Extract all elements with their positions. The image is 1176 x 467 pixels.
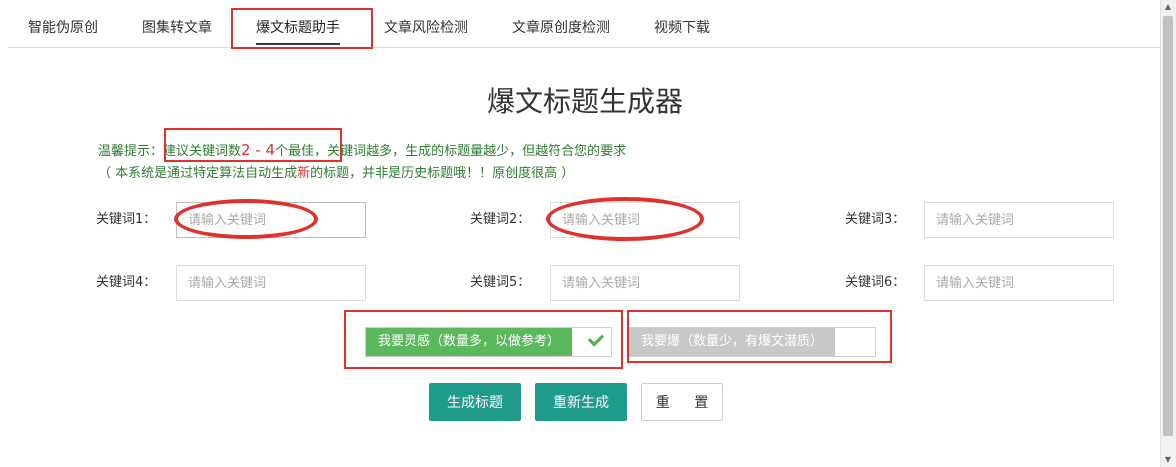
keyword-4-label: 关键词4： [96,275,157,290]
tab-gallery-to-article[interactable]: 图集转文章 [142,0,212,48]
keyword-6-label: 关键词6： [845,275,906,290]
scroll-up-arrow-icon[interactable]: ▲ [1160,0,1176,14]
tab-bar: 智能伪原创 图集转文章 爆文标题助手 文章风险检测 文章原创度检测 视频下载 [8,0,1160,48]
page-title: 爆文标题生成器 [486,85,683,118]
tip-line2-a: （ 本系统是通过特定算法自动生成 [98,166,298,181]
annotation-box-inspiration-mode [344,310,623,369]
tip-line2-new: 新 [297,166,311,181]
tab-smart-rewrite[interactable]: 智能伪原创 [28,0,98,48]
reset-button[interactable]: 重 置 [641,383,723,421]
annotation-box-tab [231,8,373,49]
generate-title-button[interactable]: 生成标题 [429,383,521,421]
regenerate-button[interactable]: 重新生成 [535,383,627,421]
keyword-4-input[interactable] [176,265,366,301]
tip-rest: ，关键词越多，生成的标题量越少，但越符合您的要求 [314,144,627,159]
tip-line-2: （ 本系统是通过特定算法自动生成新的标题，并非是历史标题哦！！原创度很高 ） [98,162,574,181]
tip-line2-b: 的标题，并非是历史标题哦！！原创度很高 ） [310,166,575,181]
keyword-6-input[interactable] [924,265,1114,301]
tab-video-download[interactable]: 视频下载 [654,0,710,48]
keyword-2-label: 关键词2： [470,212,531,227]
tab-article-risk-check[interactable]: 文章风险检测 [384,0,468,48]
annotation-ellipse-keyword-2 [546,197,704,241]
keyword-5-label: 关键词5： [470,275,531,290]
annotation-box-viral-mode [627,310,892,363]
tab-originality-check[interactable]: 文章原创度检测 [512,0,610,48]
scrollbar-thumb[interactable] [1163,16,1173,436]
annotation-box-tip [164,128,342,162]
annotation-ellipse-keyword-1 [174,199,318,239]
keyword-3-input[interactable] [924,202,1114,238]
tip-prefix: 温馨提示： [98,144,164,159]
keyword-3-label: 关键词3： [845,212,906,227]
keyword-5-input[interactable] [550,265,740,301]
keyword-1-label: 关键词1： [96,212,157,227]
scroll-down-arrow-icon[interactable]: ▼ [1160,453,1176,467]
